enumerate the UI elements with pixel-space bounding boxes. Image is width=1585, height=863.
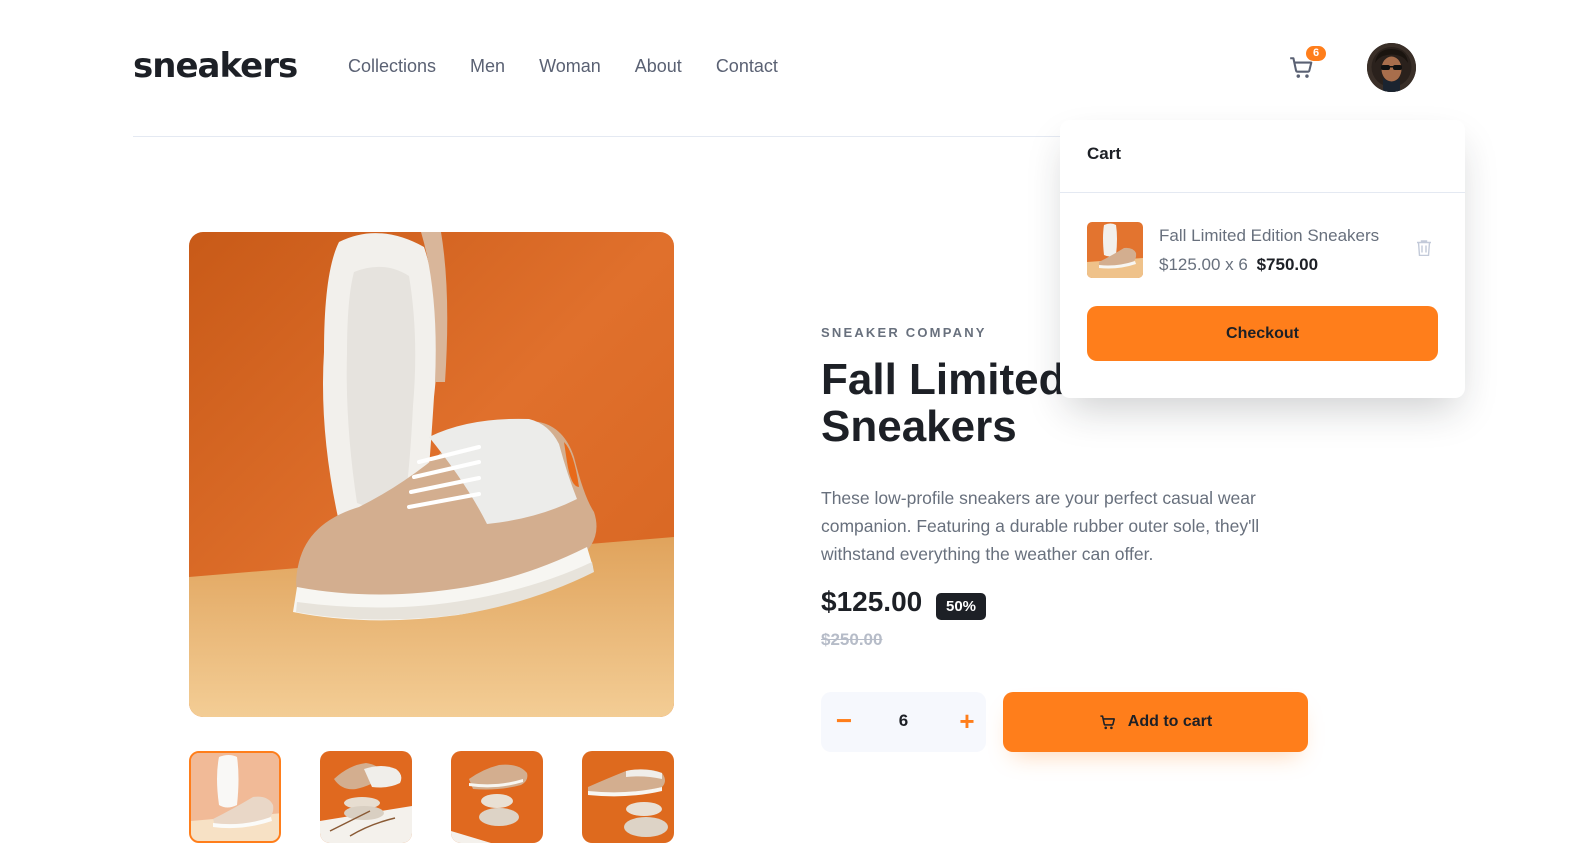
cart-icon [1100, 714, 1115, 729]
thumbnail-2-image [320, 751, 412, 843]
quantity-stepper: − 6 + [821, 692, 986, 752]
add-to-cart-button[interactable]: Add to cart [1003, 692, 1308, 752]
thumbnail-3[interactable] [451, 751, 543, 843]
quantity-value: 6 [898, 711, 909, 730]
thumbnail-2[interactable] [320, 751, 412, 843]
cart-title: Cart [1060, 120, 1465, 193]
nav-contact[interactable]: Contact [716, 56, 778, 77]
cart-item-thumbnail [1087, 222, 1143, 278]
cart-item-total: $750.00 [1256, 255, 1319, 274]
thumbnail-3-image [451, 751, 543, 843]
add-to-cart-label: Add to cart [1127, 713, 1213, 730]
user-avatar-image [1367, 43, 1416, 92]
nav-woman[interactable]: Woman [539, 56, 601, 77]
main-nav: Collections Men Woman About Contact [348, 56, 812, 77]
nav-men[interactable]: Men [470, 56, 505, 77]
product-main-image[interactable] [189, 232, 674, 717]
current-price: $125.00 [821, 586, 923, 617]
thumbnail-4[interactable] [582, 751, 674, 843]
avatar[interactable] [1367, 43, 1416, 92]
brand-logo[interactable]: sneakers [133, 46, 298, 86]
cart-count-badge: 6 [1306, 46, 1326, 61]
cart-item-price-line: $125.00 x 6 $750.00 [1159, 255, 1318, 275]
sneaker-main-photo [189, 232, 674, 717]
cart-dropdown: Cart Fall Limited Edition Sneakers $125.… [1060, 120, 1465, 398]
company-label: SNEAKER COMPANY [821, 325, 987, 340]
discount-badge: 50% [936, 593, 986, 620]
nav-about[interactable]: About [635, 56, 682, 77]
cart-item-unit-quantity: $125.00 x 6 [1159, 255, 1248, 274]
original-price: $250.00 [821, 630, 883, 649]
increase-quantity-button[interactable]: + [952, 706, 982, 736]
thumbnail-4-image [582, 751, 674, 843]
delete-item-button[interactable] [1417, 240, 1435, 260]
cart-item: Fall Limited Edition Sneakers $125.00 x … [1087, 222, 1437, 278]
thumbnail-1-image [191, 753, 279, 841]
thumbnail-1[interactable] [189, 751, 281, 843]
decrease-quantity-button[interactable]: − [829, 707, 859, 737]
nav-collections[interactable]: Collections [348, 56, 436, 77]
site-header: sneakers Collections Men Woman About Con… [133, 0, 1416, 137]
trash-icon [1417, 240, 1431, 257]
checkout-button[interactable]: Checkout [1087, 306, 1438, 361]
product-description: These low-profile sneakers are your perf… [821, 488, 1260, 564]
cart-item-name: Fall Limited Edition Sneakers [1159, 226, 1380, 245]
